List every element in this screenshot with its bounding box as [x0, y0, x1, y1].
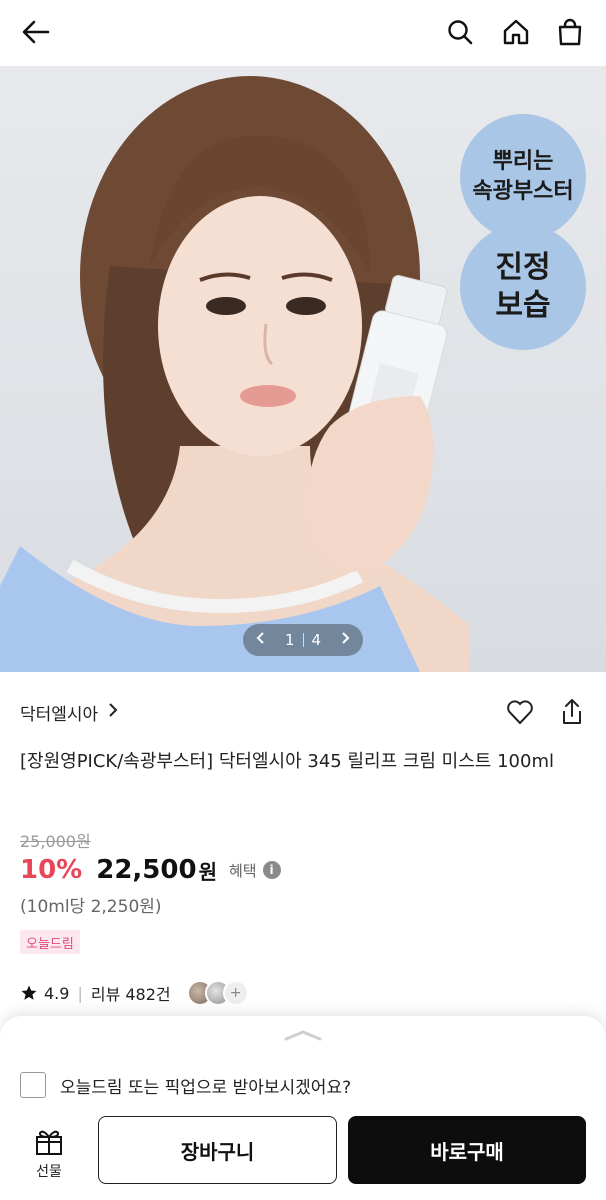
chevron-right-icon[interactable]	[341, 631, 351, 649]
add-to-cart-button[interactable]: 장바구니	[98, 1116, 337, 1184]
share-button[interactable]	[554, 694, 590, 730]
price-row: 10% 22,500 원 혜택 i	[20, 852, 281, 888]
back-button[interactable]	[16, 12, 56, 52]
search-button[interactable]	[440, 12, 480, 52]
info-icon[interactable]: i	[262, 861, 281, 879]
product-image-carousel[interactable]: 뿌리는 속광부스터 진정 보습 1 4	[0, 66, 606, 672]
cart-button[interactable]	[550, 12, 590, 52]
product-title: [장원영PICK/속광부스터] 닥터엘시아 345 릴리프 크림 미스트 100…	[20, 751, 554, 772]
pager-current: 1	[284, 631, 295, 649]
buy-now-button[interactable]: 바로구매	[348, 1116, 586, 1184]
review-count[interactable]: 리뷰 482건	[91, 981, 171, 1005]
pager-divider	[302, 633, 304, 647]
currency-label: 원	[198, 859, 217, 884]
brand-row: 닥터엘시아	[20, 694, 586, 730]
gift-button[interactable]: 선물	[20, 1122, 78, 1186]
feature-badge-booster: 뿌리는 속광부스터	[460, 114, 586, 240]
benefit-label[interactable]: 혜택	[229, 860, 257, 881]
today-delivery-tag: 오늘드림	[20, 930, 80, 954]
chevron-left-icon[interactable]	[255, 631, 265, 649]
wishlist-button[interactable]	[502, 694, 538, 730]
delivery-checkbox[interactable]	[20, 1072, 46, 1098]
delivery-label: 오늘드림 또는 픽업으로 받아보시겠어요?	[60, 1077, 352, 1098]
unit-price: (10ml당 2,250원)	[20, 897, 162, 917]
home-icon	[503, 19, 529, 45]
home-button[interactable]	[496, 12, 536, 52]
share-icon	[563, 699, 581, 724]
chevron-right-icon[interactable]	[108, 702, 118, 722]
search-icon	[448, 20, 473, 45]
divider: |	[77, 983, 83, 1003]
sale-price: 22,500	[96, 855, 197, 885]
heart-icon	[507, 700, 533, 725]
rating-score: 4.9	[44, 983, 70, 1003]
top-app-bar	[0, 0, 606, 66]
pager-counter: 1 4	[285, 631, 321, 649]
brand-link[interactable]: 닥터엘시아	[20, 700, 98, 725]
sheet-handle-icon[interactable]	[280, 1026, 326, 1044]
delivery-option[interactable]: 오늘드림 또는 픽업으로 받아보시겠어요?	[20, 1072, 351, 1098]
gift-icon	[36, 1130, 62, 1155]
discount-rate: 10%	[20, 855, 83, 885]
plus-icon: +	[222, 980, 249, 1006]
feature-badge-soothing: 진정 보습	[460, 224, 586, 350]
carousel-pager: 1 4	[243, 624, 363, 656]
pager-total: 4	[311, 631, 322, 649]
shopping-bag-icon	[558, 18, 582, 46]
reviewer-avatars[interactable]: +	[186, 980, 249, 1006]
arrow-left-icon	[22, 20, 50, 44]
star-icon	[21, 985, 37, 1000]
original-price: 25,000원	[20, 832, 91, 851]
rating-row[interactable]: 4.9 | 리뷰 482건 +	[20, 978, 249, 1008]
purchase-bottom-sheet: 오늘드림 또는 픽업으로 받아보시겠어요? 선물 장바구니 바로구매	[0, 1016, 606, 1200]
gift-label: 선물	[36, 1164, 62, 1180]
